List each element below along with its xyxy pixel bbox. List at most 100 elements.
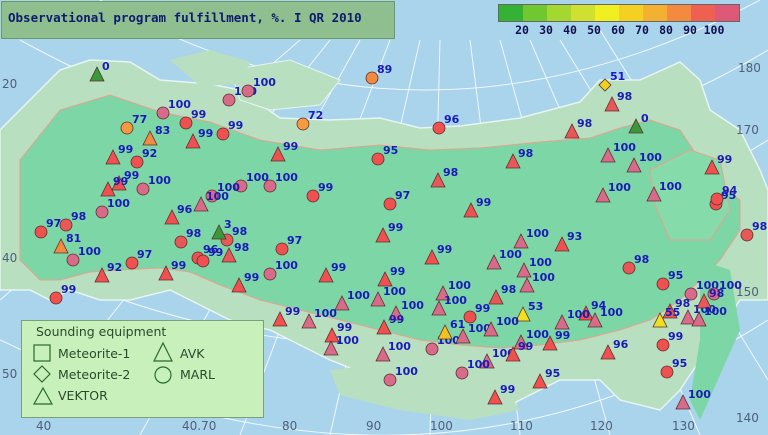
scale-swatch (667, 5, 691, 21)
station-value-label: 100 (336, 334, 359, 347)
station-value-label: 97 (287, 234, 302, 247)
station-value-label: 100 (529, 256, 552, 269)
station-value-label: 99 (555, 329, 570, 342)
station-value-label: 98 (234, 241, 249, 254)
station-value-label: 97 (46, 217, 61, 230)
scale-swatch (715, 5, 739, 21)
scale-label: 50 (587, 23, 601, 37)
station-value-label: 100 (532, 271, 555, 284)
legend-item-marl: MARL (180, 367, 215, 382)
station-value-label: 100 (567, 308, 590, 321)
scale-label: 80 (659, 23, 673, 37)
svg-text:120: 120 (590, 419, 613, 433)
scale-swatch (523, 5, 547, 21)
station-value-label: 98 (501, 283, 516, 296)
triangle-icon (32, 386, 54, 405)
station-value-label: 99 (390, 265, 405, 278)
station-value-label: 100 (168, 98, 191, 111)
station-value-label: 83 (155, 124, 170, 137)
station-value-label: 92 (142, 147, 157, 160)
station-marker: 89 (365, 63, 392, 85)
station-value-label: 98 (617, 90, 632, 103)
svg-text:180: 180 (738, 61, 761, 75)
station-value-label: 99 (388, 221, 403, 234)
scale-label: 40 (563, 23, 577, 37)
station-value-label: 100 (704, 305, 727, 318)
station-value-label: 0 (102, 60, 110, 73)
color-scale: 20 30 40 50 60 70 80 90 100 (498, 4, 740, 38)
station-value-label: 100 (608, 181, 631, 194)
station-value-label: 98 (186, 227, 201, 240)
station-value-label: 99 (389, 313, 404, 326)
station-value-label: 100 (395, 365, 418, 378)
station-value-label: 99 (228, 119, 243, 132)
station-value-label: 100 (526, 227, 549, 240)
station-value-label: 99 (285, 305, 300, 318)
station-value-label: 99 (337, 321, 352, 334)
station-value-label: 100 (148, 174, 171, 187)
legend-title: Sounding equipment (36, 324, 167, 339)
station-value-label: 98 (709, 287, 724, 300)
station-value-label: 100 (444, 294, 467, 307)
legend-item-meteorite2: Meteorite-2 (58, 367, 131, 382)
station-value-label: 100 (659, 180, 682, 193)
color-scale-bar (498, 4, 740, 22)
station-value-label: 100 (401, 299, 424, 312)
map-title: Observational program fulfillment, %. I … (8, 10, 362, 25)
station-value-label: 100 (275, 259, 298, 272)
station-value-label: 81 (66, 232, 81, 245)
station-value-label: 98 (71, 210, 86, 223)
station-value-label: 99 (283, 140, 298, 153)
svg-text:110: 110 (510, 419, 533, 433)
station-value-label: 100 (347, 289, 370, 302)
station-value-label: 51 (610, 70, 625, 83)
station-value-label: 95 (668, 269, 683, 282)
station-value-label: 98 (634, 253, 649, 266)
station-value-label: 92 (107, 261, 122, 274)
scale-label: 100 (703, 23, 725, 37)
svg-text:40: 40 (36, 419, 51, 433)
station-value-label: 96 (444, 113, 460, 126)
station-value-label: 100 (499, 248, 522, 261)
triangle-icon (153, 341, 173, 362)
station-value-label: 99 (668, 330, 683, 343)
svg-text:170: 170 (736, 123, 759, 137)
station-value-label: 55 (665, 306, 680, 319)
station-value-label: 100 (639, 151, 662, 164)
color-scale-labels: 20 30 40 50 60 70 80 90 100 (510, 23, 726, 37)
station-value-label: 100 (275, 171, 298, 184)
scale-swatch (571, 5, 595, 21)
station-value-label: 99 (437, 243, 452, 256)
scale-label: 70 (635, 23, 649, 37)
title-panel: Observational program fulfillment, %. I … (1, 1, 395, 39)
scale-swatch (691, 5, 715, 21)
station-value-label: 100 (206, 190, 229, 203)
station-value-label: 99 (476, 196, 491, 209)
station-value-label: 99 (331, 261, 346, 274)
station-value-label: 99 (171, 259, 186, 272)
svg-text:20: 20 (2, 77, 17, 91)
legend-item-vektor: VEKTOR (58, 388, 108, 403)
station-value-label: 100 (107, 197, 130, 210)
scale-swatch (499, 5, 523, 21)
station-value-label: 99 (475, 302, 490, 315)
station-value-label: 99 (113, 175, 128, 188)
station-value-label: 100 (253, 76, 276, 89)
scale-swatch (619, 5, 643, 21)
svg-text:80: 80 (282, 419, 297, 433)
square-icon (33, 344, 51, 362)
station-value-label: 77 (132, 113, 147, 126)
svg-text:100: 100 (430, 419, 453, 433)
station-value-label: 99 (198, 127, 213, 140)
svg-text:50: 50 (2, 367, 17, 381)
station-value-label: 99 (191, 108, 206, 121)
svg-text:130: 130 (672, 419, 695, 433)
scale-swatch (595, 5, 619, 21)
station-value-label: 100 (448, 279, 471, 292)
station-value-label: 99 (318, 181, 333, 194)
scale-swatch (547, 5, 571, 21)
circle-icon (154, 366, 172, 384)
station-value-label: 98 (577, 117, 592, 130)
station-value-label: 100 (383, 285, 406, 298)
station-value-label: 98 (518, 147, 533, 160)
